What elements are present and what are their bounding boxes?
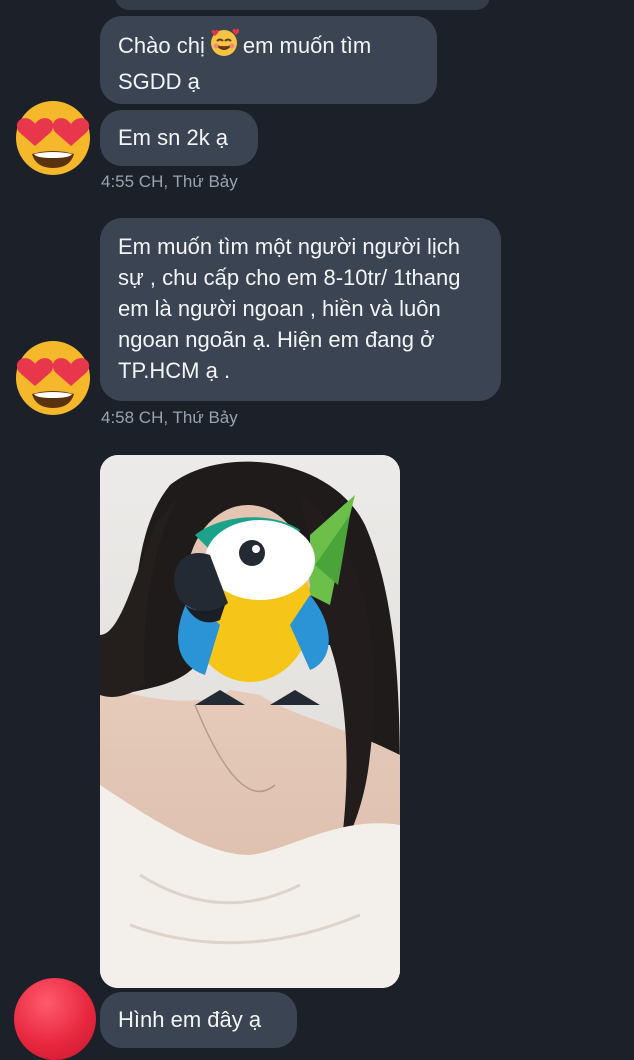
timestamp: 4:58 CH, Thứ Bảy — [101, 408, 238, 427]
photo-message[interactable] — [100, 455, 400, 988]
message-bubble[interactable]: Chào chị em muốn tìm SGDD ạ — [100, 16, 437, 104]
heart-eyes-emoji-icon — [12, 94, 94, 176]
message-bubble[interactable]: Em sn 2k ạ — [100, 110, 258, 166]
smiling-face-with-hearts-icon — [209, 28, 240, 66]
message-text: Chào chị — [118, 33, 205, 58]
red-circle-avatar — [14, 978, 96, 1060]
message-text: Em sn 2k ạ — [118, 125, 229, 150]
timestamp: 4:55 CH, Thứ Bảy — [101, 172, 238, 191]
message-text: Em muốn tìm một người người lịch sự , ch… — [118, 234, 461, 383]
message-text: Hình em đây ạ — [118, 1007, 262, 1032]
message-bubble[interactable]: Hình em đây ạ — [100, 992, 297, 1048]
photo-image — [100, 455, 400, 988]
message-bubble[interactable]: Em muốn tìm một người người lịch sự , ch… — [100, 218, 501, 401]
heart-eyes-emoji-icon — [12, 334, 94, 416]
previous-message-bubble — [115, 0, 490, 10]
